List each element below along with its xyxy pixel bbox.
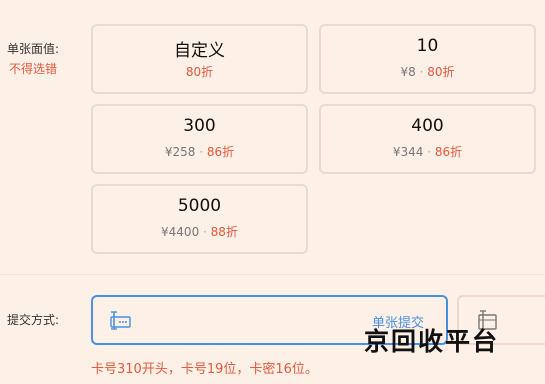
card-format-hint: 卡号310开头，卡号19位，卡密16位。 xyxy=(91,362,318,377)
option-price-line: ¥4400 · 88折 xyxy=(93,223,306,240)
option-price: ¥344 xyxy=(392,145,424,159)
denomination-option-10[interactable]: 10 ¥8 · 80折 xyxy=(319,24,536,94)
separator-dot: · xyxy=(415,65,428,79)
option-price-line: ¥8 · 80折 xyxy=(321,63,534,80)
single-card-icon xyxy=(107,309,133,331)
option-discount: 86折 xyxy=(434,145,463,159)
denomination-option-5000[interactable]: 5000 ¥4400 · 88折 xyxy=(91,184,308,254)
option-value: 300 xyxy=(183,116,216,136)
watermark-text: 京回收平台 xyxy=(364,327,500,356)
option-value: 自定义 xyxy=(174,41,225,61)
denomination-note: 不得选错 xyxy=(9,62,58,76)
option-discount: 86折 xyxy=(206,145,235,159)
option-discount: 88折 xyxy=(210,225,238,239)
option-price-line: 80折 xyxy=(93,63,306,80)
submit-method-label: 提交方式: xyxy=(7,313,60,327)
separator-dot: · xyxy=(199,225,211,239)
option-price-line: ¥344 · 86折 xyxy=(321,143,534,160)
option-value: 10 xyxy=(416,36,439,56)
option-price: ¥8 xyxy=(400,65,416,79)
denomination-option-custom[interactable]: 自定义 80折 xyxy=(91,24,308,94)
option-discount: 80折 xyxy=(427,65,455,79)
denomination-label: 单张面值: xyxy=(7,42,60,56)
option-price: ¥4400 xyxy=(161,225,200,239)
option-value: 5000 xyxy=(177,196,222,216)
section-divider xyxy=(0,274,545,275)
denomination-option-400[interactable]: 400 ¥344 · 86折 xyxy=(319,104,536,174)
option-price: ¥258 xyxy=(164,145,196,159)
separator-dot: · xyxy=(195,145,207,159)
option-price-line: ¥258 · 86折 xyxy=(93,143,306,160)
separator-dot: · xyxy=(423,145,435,159)
denomination-option-300[interactable]: 300 ¥258 · 86折 xyxy=(91,104,308,174)
option-discount: 80折 xyxy=(185,65,214,79)
option-value: 400 xyxy=(411,116,444,136)
